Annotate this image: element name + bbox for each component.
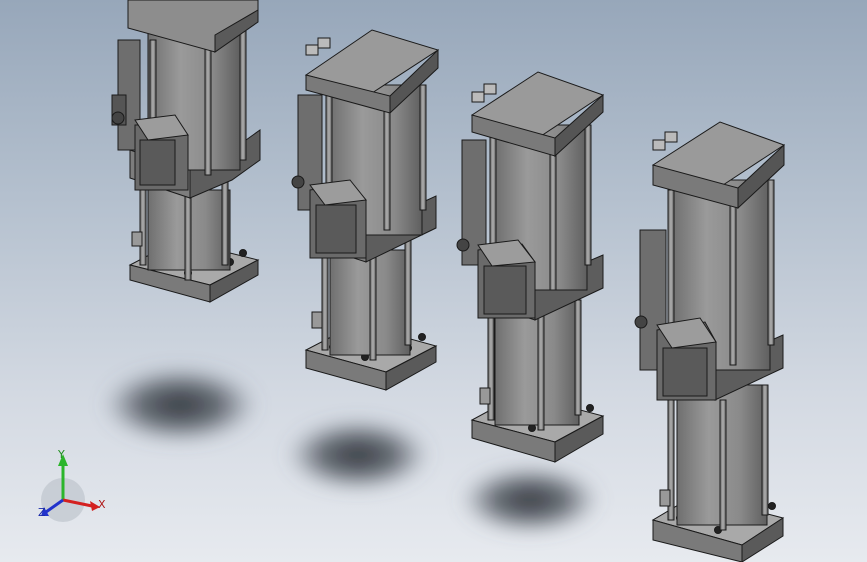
x-axis-label: X [98,498,106,511]
orientation-triad[interactable]: Y X Z [38,448,106,522]
shadow-3 [460,466,600,534]
booster-cylinder-1[interactable] [111,0,261,303]
shadow-1 [102,367,258,443]
booster-cylinder-3[interactable] [456,71,605,463]
booster-cylinder-4[interactable] [634,121,786,562]
model-canvas[interactable]: Y X Z [0,0,867,562]
z-axis-label: Z [38,506,46,519]
y-axis-label: Y [57,448,65,461]
shadow-2 [286,419,430,491]
graphics-viewport[interactable]: Y X Z [0,0,867,562]
booster-cylinder-2[interactable] [291,29,440,391]
